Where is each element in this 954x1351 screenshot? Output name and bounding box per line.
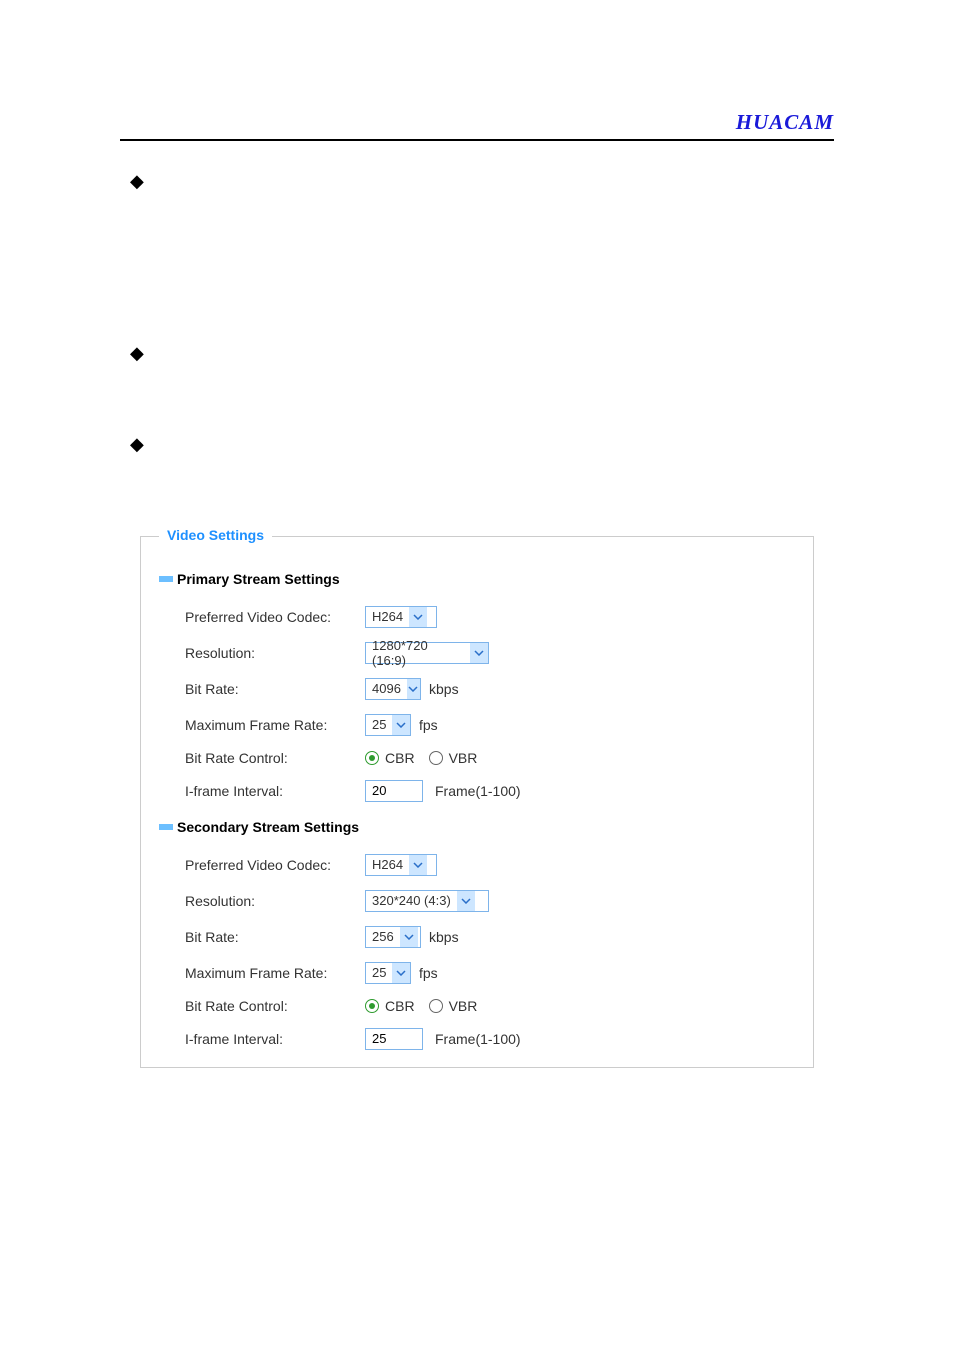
fieldset-legend: Video Settings (159, 527, 272, 543)
chevron-down-icon (409, 607, 427, 627)
chevron-down-icon (392, 715, 410, 735)
primary-fps-select[interactable]: 25 (365, 714, 411, 736)
secondary-bitrate-unit: kbps (429, 929, 459, 945)
collapse-icon[interactable] (159, 576, 173, 582)
primary-resolution-label: Resolution: (185, 645, 365, 661)
primary-resolution-select[interactable]: 1280*720 (16:9) (365, 642, 489, 664)
primary-brc-label: Bit Rate Control: (185, 750, 365, 766)
secondary-section-header[interactable]: Secondary Stream Settings (159, 819, 795, 835)
secondary-cbr-radio[interactable] (365, 999, 379, 1013)
bullet-item: ◆ (130, 343, 824, 365)
chevron-down-icon (407, 679, 420, 699)
primary-cbr-label: CBR (385, 750, 415, 766)
secondary-iframe-suffix: Frame(1-100) (435, 1031, 521, 1047)
primary-resolution-row: Resolution: 1280*720 (16:9) (159, 635, 795, 671)
secondary-bitrate-select[interactable]: 256 (365, 926, 421, 948)
primary-vbr-radio[interactable] (429, 751, 443, 765)
primary-fps-unit: fps (419, 717, 438, 733)
secondary-resolution-label: Resolution: (185, 893, 365, 909)
secondary-fps-value: 25 (366, 965, 392, 980)
secondary-codec-select[interactable]: H264 (365, 854, 437, 876)
primary-codec-select[interactable]: H264 (365, 606, 437, 628)
secondary-section-title: Secondary Stream Settings (177, 819, 359, 835)
secondary-bitrate-label: Bit Rate: (185, 929, 365, 945)
secondary-codec-label: Preferred Video Codec: (185, 857, 365, 873)
secondary-codec-value: H264 (366, 857, 409, 872)
primary-iframe-suffix: Frame(1-100) (435, 783, 521, 799)
chevron-down-icon (457, 891, 475, 911)
primary-cbr-radio[interactable] (365, 751, 379, 765)
secondary-codec-row: Preferred Video Codec: H264 (159, 847, 795, 883)
video-settings-fieldset: Video Settings Primary Stream Settings P… (140, 536, 814, 1068)
primary-bitrate-value: 4096 (366, 681, 407, 696)
bullet-item: ◆ (130, 171, 824, 193)
primary-brc-row: Bit Rate Control: CBR VBR (159, 743, 795, 773)
chevron-down-icon (392, 963, 410, 983)
secondary-fps-label: Maximum Frame Rate: (185, 965, 365, 981)
secondary-resolution-select[interactable]: 320*240 (4:3) (365, 890, 489, 912)
primary-bitrate-select[interactable]: 4096 (365, 678, 421, 700)
secondary-brc-label: Bit Rate Control: (185, 998, 365, 1014)
secondary-bitrate-value: 256 (366, 929, 400, 944)
primary-fps-row: Maximum Frame Rate: 25 fps (159, 707, 795, 743)
secondary-resolution-row: Resolution: 320*240 (4:3) (159, 883, 795, 919)
collapse-icon[interactable] (159, 824, 173, 830)
primary-vbr-label: VBR (449, 750, 478, 766)
chevron-down-icon (470, 643, 488, 663)
secondary-iframe-label: I-frame Interval: (185, 1031, 365, 1047)
secondary-fps-row: Maximum Frame Rate: 25 fps (159, 955, 795, 991)
secondary-iframe-input[interactable] (365, 1028, 423, 1050)
brand-title: HUACAM (120, 110, 834, 135)
chevron-down-icon (409, 855, 427, 875)
primary-codec-row: Preferred Video Codec: H264 (159, 599, 795, 635)
primary-resolution-value: 1280*720 (16:9) (366, 638, 470, 668)
page-header: HUACAM (120, 110, 834, 141)
primary-fps-value: 25 (366, 717, 392, 732)
primary-iframe-input[interactable] (365, 780, 423, 802)
secondary-cbr-label: CBR (385, 998, 415, 1014)
bullet-item: ◆ (130, 434, 824, 456)
primary-bitrate-label: Bit Rate: (185, 681, 365, 697)
bullet-list: ◆ ◆ ◆ (130, 171, 824, 456)
primary-section-title: Primary Stream Settings (177, 571, 340, 587)
secondary-iframe-row: I-frame Interval: Frame(1-100) (159, 1021, 795, 1057)
secondary-vbr-radio[interactable] (429, 999, 443, 1013)
secondary-bitrate-row: Bit Rate: 256 kbps (159, 919, 795, 955)
primary-fps-label: Maximum Frame Rate: (185, 717, 365, 733)
primary-codec-value: H264 (366, 609, 409, 624)
secondary-fps-unit: fps (419, 965, 438, 981)
primary-iframe-row: I-frame Interval: Frame(1-100) (159, 773, 795, 809)
secondary-vbr-label: VBR (449, 998, 478, 1014)
chevron-down-icon (400, 927, 418, 947)
primary-section-header[interactable]: Primary Stream Settings (159, 571, 795, 587)
primary-iframe-label: I-frame Interval: (185, 783, 365, 799)
secondary-brc-row: Bit Rate Control: CBR VBR (159, 991, 795, 1021)
secondary-resolution-value: 320*240 (4:3) (366, 893, 457, 908)
primary-codec-label: Preferred Video Codec: (185, 609, 365, 625)
secondary-fps-select[interactable]: 25 (365, 962, 411, 984)
primary-bitrate-unit: kbps (429, 681, 459, 697)
primary-bitrate-row: Bit Rate: 4096 kbps (159, 671, 795, 707)
